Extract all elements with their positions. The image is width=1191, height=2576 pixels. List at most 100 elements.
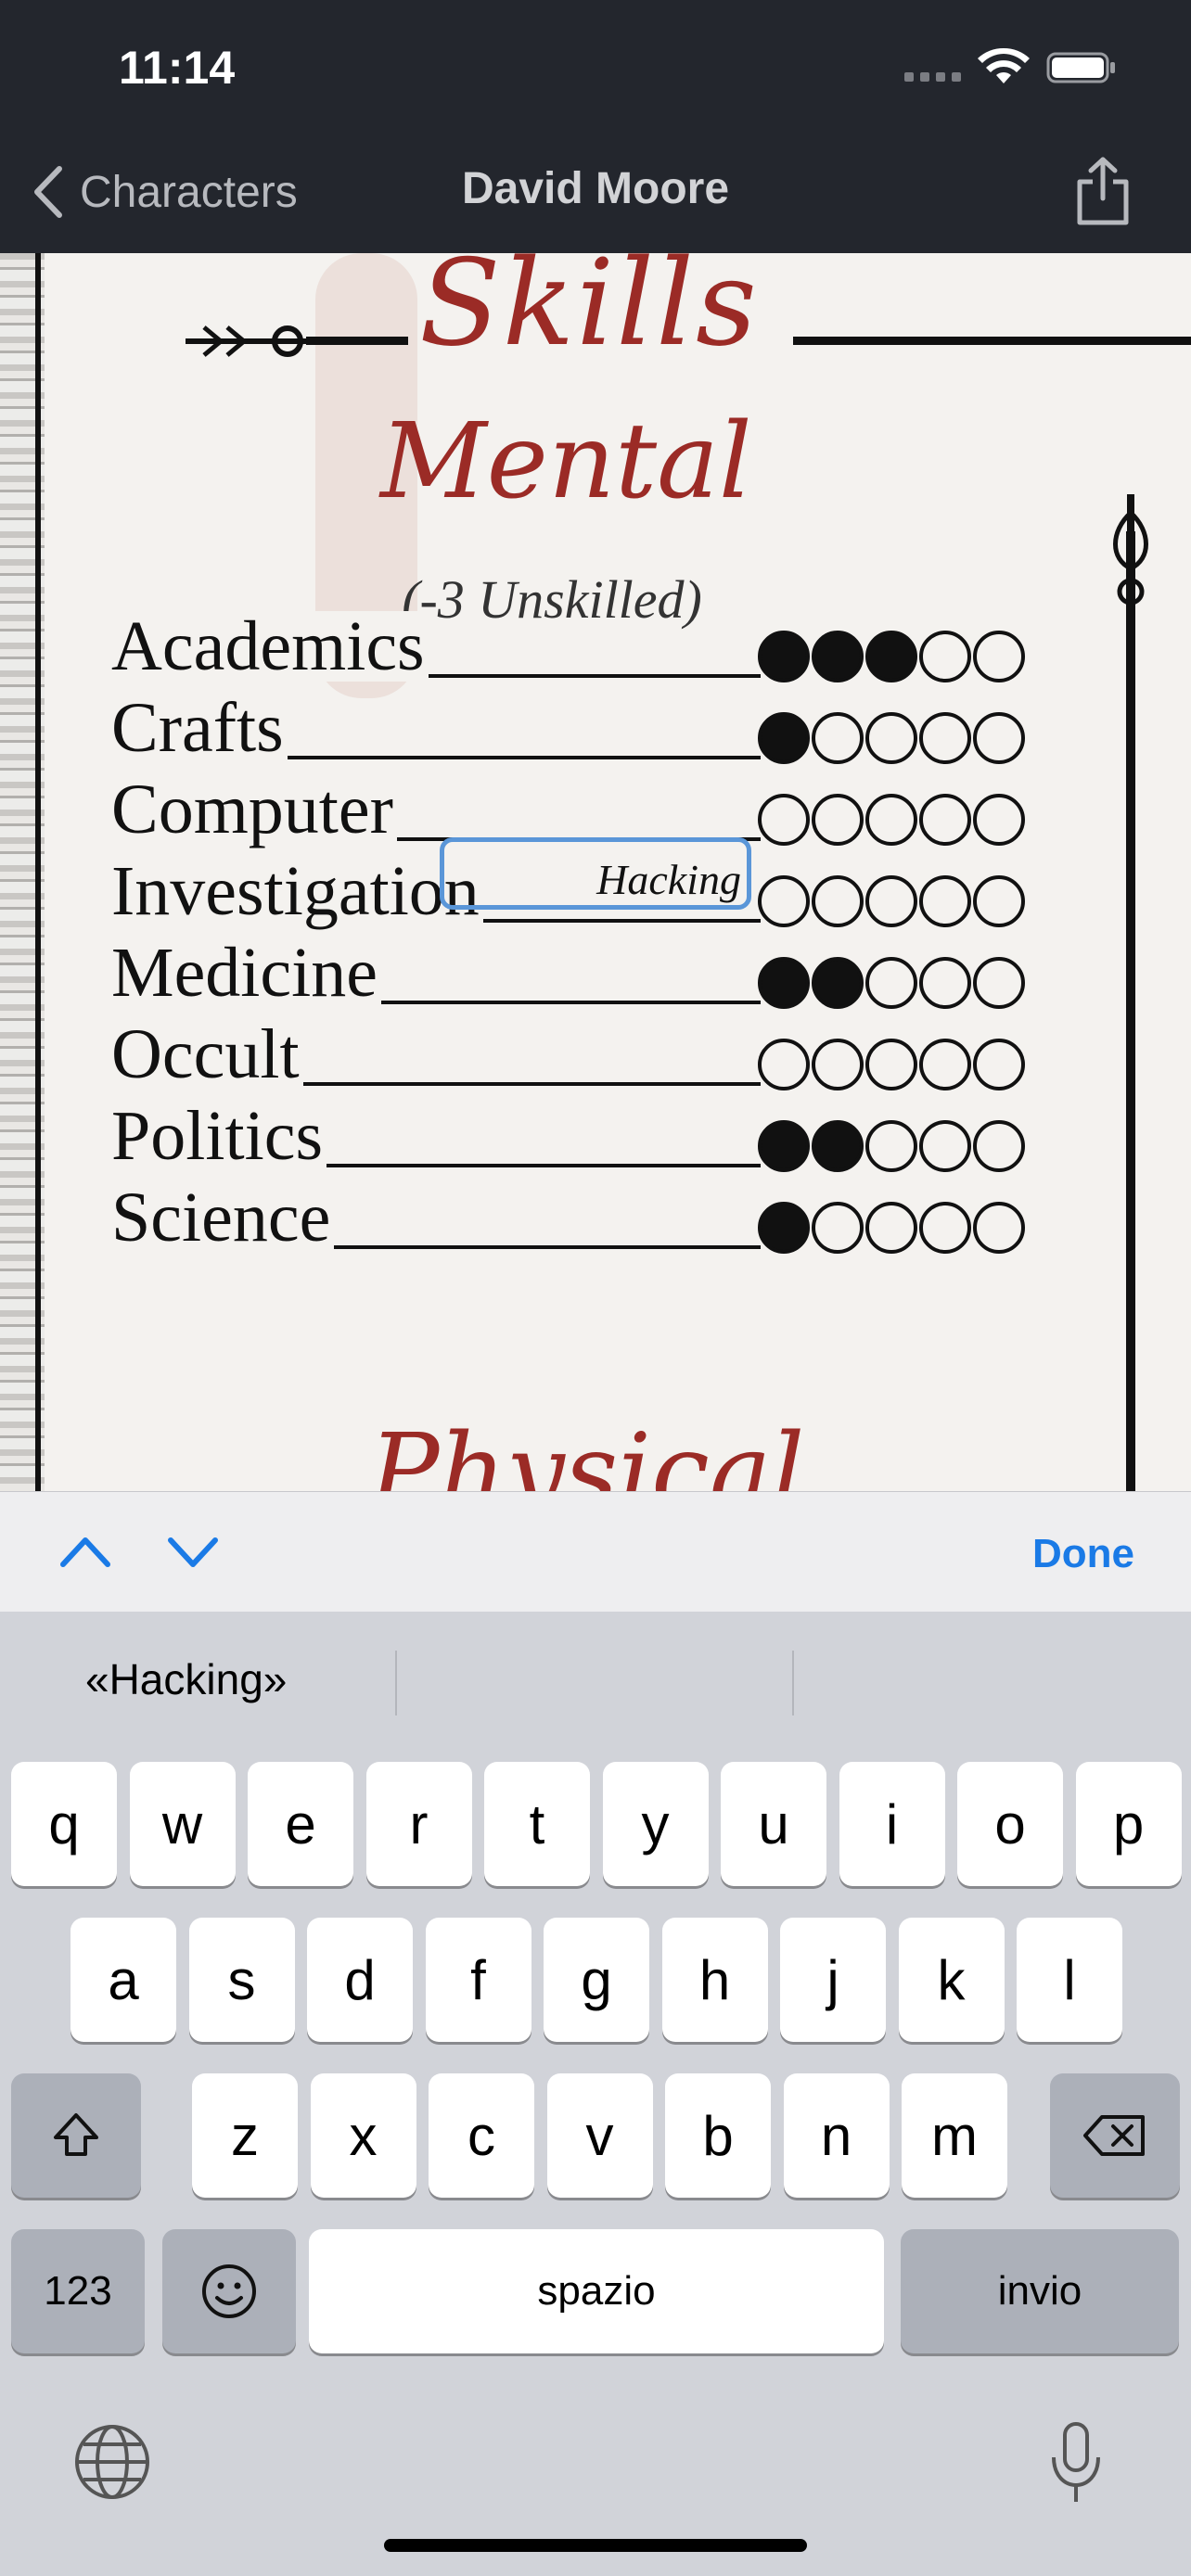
done-button[interactable]: Done: [1032, 1531, 1134, 1577]
skill-rating-dots[interactable]: [758, 873, 1027, 930]
globe-icon[interactable]: [72, 2422, 152, 2502]
rating-dot[interactable]: [919, 1202, 971, 1254]
rating-dot[interactable]: [865, 712, 917, 764]
chevron-up-icon[interactable]: [58, 1529, 113, 1575]
rating-dot[interactable]: [758, 1039, 810, 1090]
category-title: Mental: [380, 402, 752, 522]
rating-dot[interactable]: [812, 957, 864, 1009]
skill-row[interactable]: Politics: [111, 1099, 1039, 1180]
rating-dot[interactable]: [919, 712, 971, 764]
key-j[interactable]: j: [780, 1918, 886, 2042]
rating-dot[interactable]: [973, 1202, 1025, 1254]
rating-dot[interactable]: [812, 1120, 864, 1172]
key-a[interactable]: a: [70, 1918, 176, 2042]
rating-dot[interactable]: [973, 1039, 1025, 1090]
sheet-border-line: [35, 253, 41, 1491]
rating-dot[interactable]: [973, 1120, 1025, 1172]
key-v[interactable]: v: [546, 2073, 653, 2198]
key-d[interactable]: d: [307, 1918, 413, 2042]
key-q[interactable]: q: [11, 1762, 117, 1886]
rating-dot[interactable]: [919, 1120, 971, 1172]
rating-dot[interactable]: [865, 631, 917, 682]
rating-dot[interactable]: [919, 794, 971, 846]
skill-row[interactable]: Science: [111, 1180, 1039, 1262]
key-c[interactable]: c: [429, 2073, 534, 2198]
key-n[interactable]: n: [783, 2073, 890, 2198]
delete-key[interactable]: [1050, 2073, 1180, 2198]
rating-dot[interactable]: [812, 1202, 864, 1254]
skill-row[interactable]: Occult: [111, 1017, 1039, 1099]
rating-dot[interactable]: [865, 1202, 917, 1254]
rating-dot[interactable]: [758, 631, 810, 682]
key-x[interactable]: x: [310, 2073, 416, 2198]
skill-rating-dots[interactable]: [758, 1199, 1027, 1256]
emoji-key[interactable]: [162, 2229, 296, 2353]
suggestion-1[interactable]: «Hacking»: [85, 1654, 287, 1704]
key-p[interactable]: p: [1075, 1762, 1182, 1886]
rating-dot[interactable]: [758, 712, 810, 764]
key-r[interactable]: r: [365, 1762, 472, 1886]
skill-row[interactable]: Crafts: [111, 691, 1039, 772]
space-key[interactable]: spazio: [309, 2229, 884, 2353]
microphone-icon[interactable]: [1048, 2420, 1104, 2506]
rating-dot[interactable]: [812, 712, 864, 764]
share-icon[interactable]: [1074, 156, 1132, 226]
skill-row[interactable]: Academics: [111, 609, 1039, 691]
rating-dot[interactable]: [919, 957, 971, 1009]
key-m[interactable]: m: [902, 2073, 1007, 2198]
skill-row[interactable]: Medicine: [111, 936, 1039, 1017]
rating-dot[interactable]: [919, 875, 971, 927]
key-i[interactable]: i: [839, 1762, 945, 1886]
rating-dot[interactable]: [812, 794, 864, 846]
key-g[interactable]: g: [544, 1918, 649, 2042]
skill-rating-dots[interactable]: [758, 1036, 1027, 1093]
key-h[interactable]: h: [661, 1918, 768, 2042]
return-key[interactable]: invio: [901, 2229, 1179, 2353]
key-w[interactable]: w: [129, 1762, 236, 1886]
status-time: 11:14: [119, 42, 236, 94]
key-u[interactable]: u: [721, 1762, 826, 1886]
rating-dot[interactable]: [919, 1039, 971, 1090]
rating-dot[interactable]: [865, 1039, 917, 1090]
key-f[interactable]: f: [425, 1918, 531, 2042]
key-k[interactable]: k: [898, 1918, 1005, 2042]
key-z[interactable]: z: [192, 2073, 298, 2198]
key-b[interactable]: b: [665, 2073, 771, 2198]
rating-dot[interactable]: [865, 794, 917, 846]
chevron-down-icon[interactable]: [165, 1529, 221, 1575]
rating-dot[interactable]: [758, 1202, 810, 1254]
rating-dot[interactable]: [973, 957, 1025, 1009]
rating-dot[interactable]: [758, 794, 810, 846]
rating-dot[interactable]: [758, 957, 810, 1009]
character-sheet[interactable]: Skills Mental (-3 Unskilled) Academics Cr…: [0, 253, 1191, 1491]
rating-dot[interactable]: [812, 631, 864, 682]
rating-dot[interactable]: [865, 1120, 917, 1172]
skill-rating-dots[interactable]: [758, 709, 1027, 767]
key-y[interactable]: y: [602, 1762, 709, 1886]
rating-dot[interactable]: [973, 631, 1025, 682]
key-e[interactable]: e: [248, 1762, 353, 1886]
skill-rating-dots[interactable]: [758, 954, 1027, 1012]
numbers-key[interactable]: 123: [11, 2229, 145, 2353]
rating-dot[interactable]: [865, 875, 917, 927]
rating-dot[interactable]: [973, 794, 1025, 846]
rating-dot[interactable]: [812, 1039, 864, 1090]
key-l[interactable]: l: [1017, 1918, 1122, 2042]
rating-dot[interactable]: [973, 712, 1025, 764]
key-o[interactable]: o: [957, 1762, 1063, 1886]
skill-name: Investigation: [111, 856, 483, 926]
key-t[interactable]: t: [484, 1762, 590, 1886]
rating-dot[interactable]: [865, 957, 917, 1009]
rating-dot[interactable]: [758, 1120, 810, 1172]
rating-dot[interactable]: [758, 875, 810, 927]
rating-dot[interactable]: [812, 875, 864, 927]
rating-dot[interactable]: [973, 875, 1025, 927]
shift-key[interactable]: [11, 2073, 141, 2198]
skill-rating-dots[interactable]: [758, 1117, 1027, 1175]
skill-rating-dots[interactable]: [758, 791, 1027, 848]
specialty-input[interactable]: Hacking: [440, 837, 751, 910]
skill-rating-dots[interactable]: [758, 628, 1027, 685]
skill-name: Medicine: [111, 937, 382, 1008]
rating-dot[interactable]: [919, 631, 971, 682]
key-s[interactable]: s: [188, 1918, 295, 2042]
